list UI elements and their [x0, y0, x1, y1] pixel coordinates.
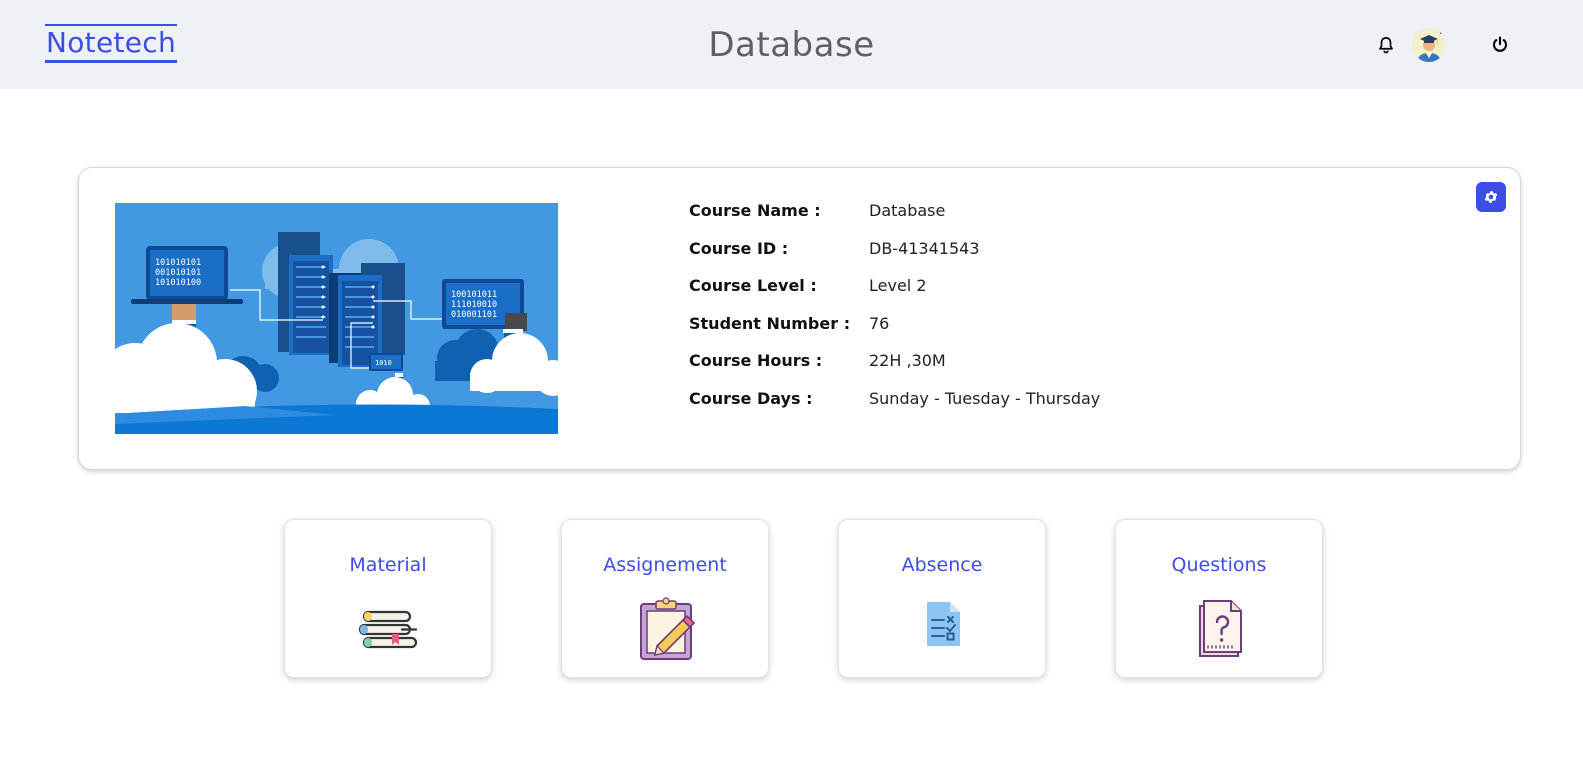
student-number-label: Student Number : — [689, 313, 851, 333]
absence-label: Absence — [901, 554, 983, 576]
brand-logo[interactable]: Notetech — [45, 24, 178, 63]
top-header: Notetech Database — [0, 0, 1583, 89]
binary-text-6: 010001101 — [451, 310, 497, 320]
student-number-value: 76 — [869, 313, 890, 333]
binary-text-4: 100101011 — [451, 290, 497, 300]
course-hours-value: 22H ,30M — [869, 351, 946, 371]
power-icon[interactable] — [1485, 30, 1515, 60]
course-name-value: Database — [869, 201, 946, 220]
material-tile[interactable]: Material — [284, 519, 492, 678]
assignment-label: Assignement — [603, 554, 727, 576]
binary-text-7: 1010 — [375, 359, 392, 367]
assignment-tile[interactable]: Assignement — [561, 519, 769, 678]
course-card: 101010101 001010101 101010100 100101011 … — [78, 167, 1521, 470]
course-level-value: Level 2 — [869, 276, 927, 296]
question-document-icon — [1187, 596, 1253, 662]
material-label: Material — [349, 554, 427, 576]
page-title: Database — [708, 25, 875, 65]
books-icon — [356, 596, 422, 662]
clipboard-pencil-icon — [633, 596, 699, 662]
course-name-label: Course Name : — [689, 201, 821, 220]
binary-text-3: 101010100 — [155, 278, 201, 288]
bell-icon[interactable] — [1371, 30, 1401, 60]
questions-tile[interactable]: Questions — [1115, 519, 1323, 678]
course-hours-label: Course Hours : — [689, 351, 823, 371]
settings-button[interactable] — [1476, 182, 1506, 212]
course-id-value: DB-41341543 — [869, 238, 980, 258]
binary-text-5: 111010010 — [451, 300, 497, 310]
course-days-value: Sunday - Tuesday - Thursday — [869, 388, 1101, 408]
course-days-label: Course Days : — [689, 388, 813, 408]
course-id-label: Course ID : — [689, 238, 789, 258]
user-avatar[interactable] — [1412, 28, 1446, 62]
binary-text-1: 101010101 — [155, 258, 201, 268]
gear-icon — [1483, 189, 1499, 205]
checklist-document-icon — [910, 596, 976, 662]
binary-text-2: 001010101 — [155, 268, 201, 278]
questions-label: Questions — [1171, 554, 1267, 576]
course-level-label: Course Level : — [689, 276, 817, 296]
database-cloud-illustration: 101010101 001010101 101010100 100101011 … — [100, 203, 571, 434]
absence-tile[interactable]: Absence — [838, 519, 1046, 678]
